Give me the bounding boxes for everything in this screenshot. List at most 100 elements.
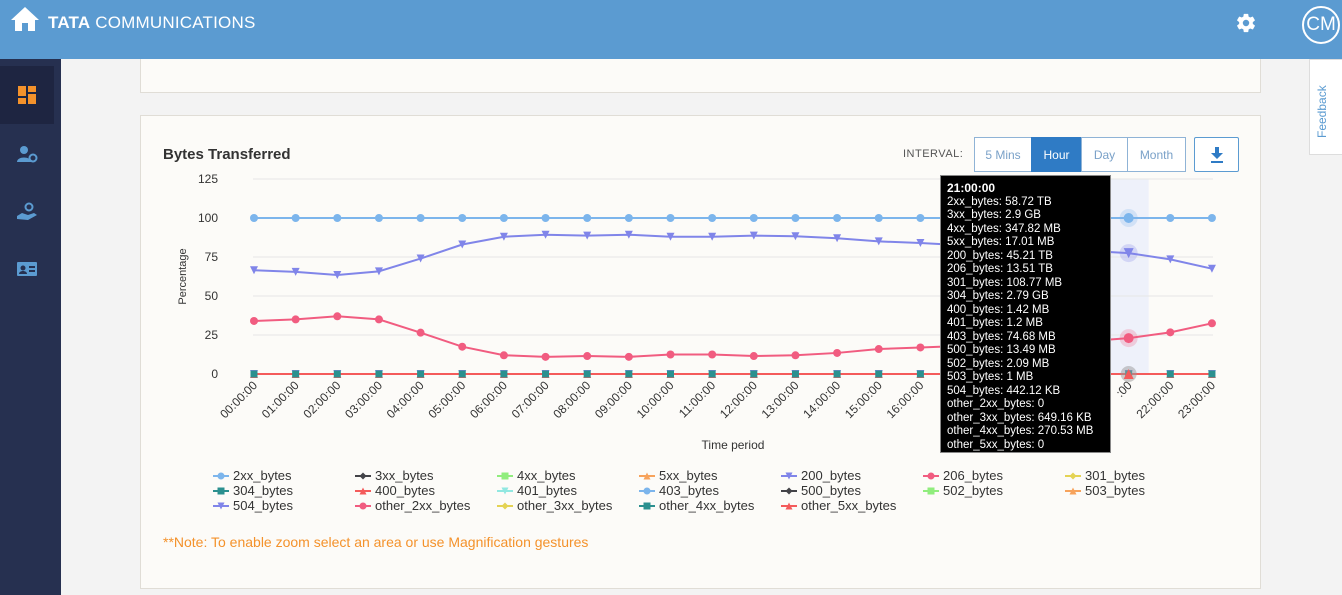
- legend-symbol-icon: [923, 472, 939, 479]
- x-tick-label: 11:00:00: [676, 378, 719, 421]
- legend-item-504-bytes[interactable]: 504_bytes: [213, 498, 293, 513]
- x-tick-label: 09:00:00: [592, 378, 635, 421]
- legend-item-other-2xx-bytes[interactable]: other_2xx_bytes: [355, 498, 470, 513]
- x-tick-label: 22:00:00: [1133, 378, 1176, 421]
- legend-label: 5xx_bytes: [659, 468, 718, 483]
- legend-item-304-bytes[interactable]: 304_bytes: [213, 483, 293, 498]
- data-point-zero: [1208, 370, 1216, 378]
- legend-label: 403_bytes: [659, 483, 719, 498]
- hover-point-206_bytes: [1123, 333, 1134, 344]
- data-point-2xx_bytes: [458, 214, 467, 222]
- hand-gear-icon: [17, 202, 37, 220]
- sidebar-item-dashboard[interactable]: [0, 66, 54, 124]
- legend-item-401-bytes[interactable]: 401_bytes: [497, 483, 577, 498]
- legend-label: 301_bytes: [1085, 468, 1145, 483]
- tooltip-line: 5xx_bytes: 17.01 MB: [947, 236, 1055, 248]
- legend-label: 400_bytes: [375, 483, 435, 498]
- data-point-206_bytes: [458, 342, 467, 351]
- legend-item-other-3xx-bytes[interactable]: other_3xx_bytes: [497, 498, 612, 513]
- data-point-2xx_bytes: [499, 214, 508, 222]
- home-icon[interactable]: [10, 6, 40, 32]
- data-point-2xx_bytes: [333, 214, 342, 222]
- data-point-2xx_bytes: [1207, 214, 1216, 222]
- x-axis-label: Time period: [702, 438, 765, 452]
- legend-item-403-bytes[interactable]: 403_bytes: [639, 483, 719, 498]
- brand-logo[interactable]: TATA COMMUNICATIONS: [48, 13, 255, 33]
- legend-label: 304_bytes: [233, 483, 293, 498]
- legend-item-other-4xx-bytes[interactable]: other_4xx_bytes: [639, 498, 754, 513]
- tooltip-line: other_4xx_bytes: 270.53 MB: [947, 425, 1094, 437]
- data-point-206_bytes: [1207, 319, 1216, 328]
- legend-item-500-bytes[interactable]: 500_bytes: [781, 483, 861, 498]
- data-point-zero: [333, 370, 341, 378]
- legend-symbol-icon: [355, 487, 371, 494]
- legend-item-200-bytes[interactable]: 200_bytes: [781, 468, 861, 483]
- legend-symbol-icon: [639, 487, 655, 494]
- legend-label: 2xx_bytes: [233, 468, 292, 483]
- tooltip-line: 206_bytes: 13.51 TB: [947, 263, 1053, 275]
- y-axis-label: Percentage: [177, 248, 189, 304]
- data-point-zero: [791, 370, 799, 378]
- avatar[interactable]: CM: [1302, 6, 1340, 44]
- legend-item-301-bytes[interactable]: 301_bytes: [1065, 468, 1145, 483]
- data-point-2xx_bytes: [583, 214, 592, 222]
- data-point-206_bytes: [541, 352, 550, 361]
- tooltip-line: other_5xx_bytes: 0: [947, 438, 1045, 451]
- legend-item-502-bytes[interactable]: 502_bytes: [923, 483, 1003, 498]
- data-point-206_bytes: [333, 312, 342, 321]
- gear-icon[interactable]: [1235, 12, 1257, 34]
- x-tick-label: 07:00:00: [509, 378, 552, 421]
- tooltip-line: 503_bytes: 1 MB: [947, 371, 1034, 383]
- legend-label: 500_bytes: [801, 483, 861, 498]
- x-tick-label: 03:00:00: [342, 378, 385, 421]
- legend-item-206-bytes[interactable]: 206_bytes: [923, 468, 1003, 483]
- y-tick-label: 50: [205, 289, 219, 303]
- legend-label: 401_bytes: [517, 483, 577, 498]
- tooltip-line: other_2xx_bytes: 0: [947, 398, 1045, 410]
- data-point-zero: [1166, 370, 1174, 378]
- legend-label: 502_bytes: [943, 483, 1003, 498]
- tooltip-line: 403_bytes: 74.68 MB: [947, 330, 1056, 343]
- legend-symbol-icon: [497, 502, 513, 509]
- y-tick-label: 100: [198, 211, 218, 225]
- data-point-206_bytes: [833, 348, 842, 357]
- data-point-2xx_bytes: [874, 214, 883, 222]
- legend-label: other_5xx_bytes: [801, 498, 897, 513]
- data-point-zero: [542, 370, 550, 378]
- data-point-zero: [250, 370, 258, 378]
- legend-label: other_4xx_bytes: [659, 498, 755, 513]
- data-point-206_bytes: [374, 315, 383, 324]
- legend-symbol-icon: [213, 502, 229, 509]
- y-tick-label: 75: [205, 250, 219, 264]
- y-tick-label: 0: [211, 367, 218, 381]
- legend-label: 3xx_bytes: [375, 468, 434, 483]
- legend-symbol-icon: [639, 502, 655, 509]
- legend-item-other-5xx-bytes[interactable]: other_5xx_bytes: [781, 498, 896, 513]
- data-point-2xx_bytes: [666, 214, 675, 222]
- x-tick-label: 10:00:00: [634, 378, 677, 421]
- data-point-2xx_bytes: [374, 214, 383, 222]
- legend-symbol-icon: [355, 502, 371, 509]
- legend-item-5xx-bytes[interactable]: 5xx_bytes: [639, 468, 718, 483]
- x-tick-label: 14:00:00: [800, 378, 843, 421]
- legend-item-3xx-bytes[interactable]: 3xx_bytes: [355, 468, 434, 483]
- legend-item-503-bytes[interactable]: 503_bytes: [1065, 483, 1145, 498]
- sidebar-item-services[interactable]: [0, 183, 54, 241]
- data-point-2xx_bytes: [791, 214, 800, 222]
- y-tick-label: 125: [198, 172, 218, 186]
- legend-label: 4xx_bytes: [517, 468, 576, 483]
- sidebar-item-contacts[interactable]: [0, 240, 54, 298]
- legend-label: 503_bytes: [1085, 483, 1145, 498]
- legend-item-2xx-bytes[interactable]: 2xx_bytes: [213, 468, 292, 483]
- sidebar-item-user-settings[interactable]: [0, 125, 54, 183]
- x-tick-label: 15:00:00: [842, 378, 885, 421]
- data-point-zero: [458, 370, 466, 378]
- legend-item-4xx-bytes[interactable]: 4xx_bytes: [497, 468, 576, 483]
- data-point-206_bytes: [1166, 328, 1175, 337]
- data-point-2xx_bytes: [749, 214, 758, 222]
- feedback-tab[interactable]: Feedback: [1309, 59, 1342, 155]
- legend-item-400-bytes[interactable]: 400_bytes: [355, 483, 435, 498]
- data-point-206_bytes: [708, 350, 717, 359]
- legend-symbol-icon: [781, 487, 797, 494]
- data-point-zero: [875, 370, 883, 378]
